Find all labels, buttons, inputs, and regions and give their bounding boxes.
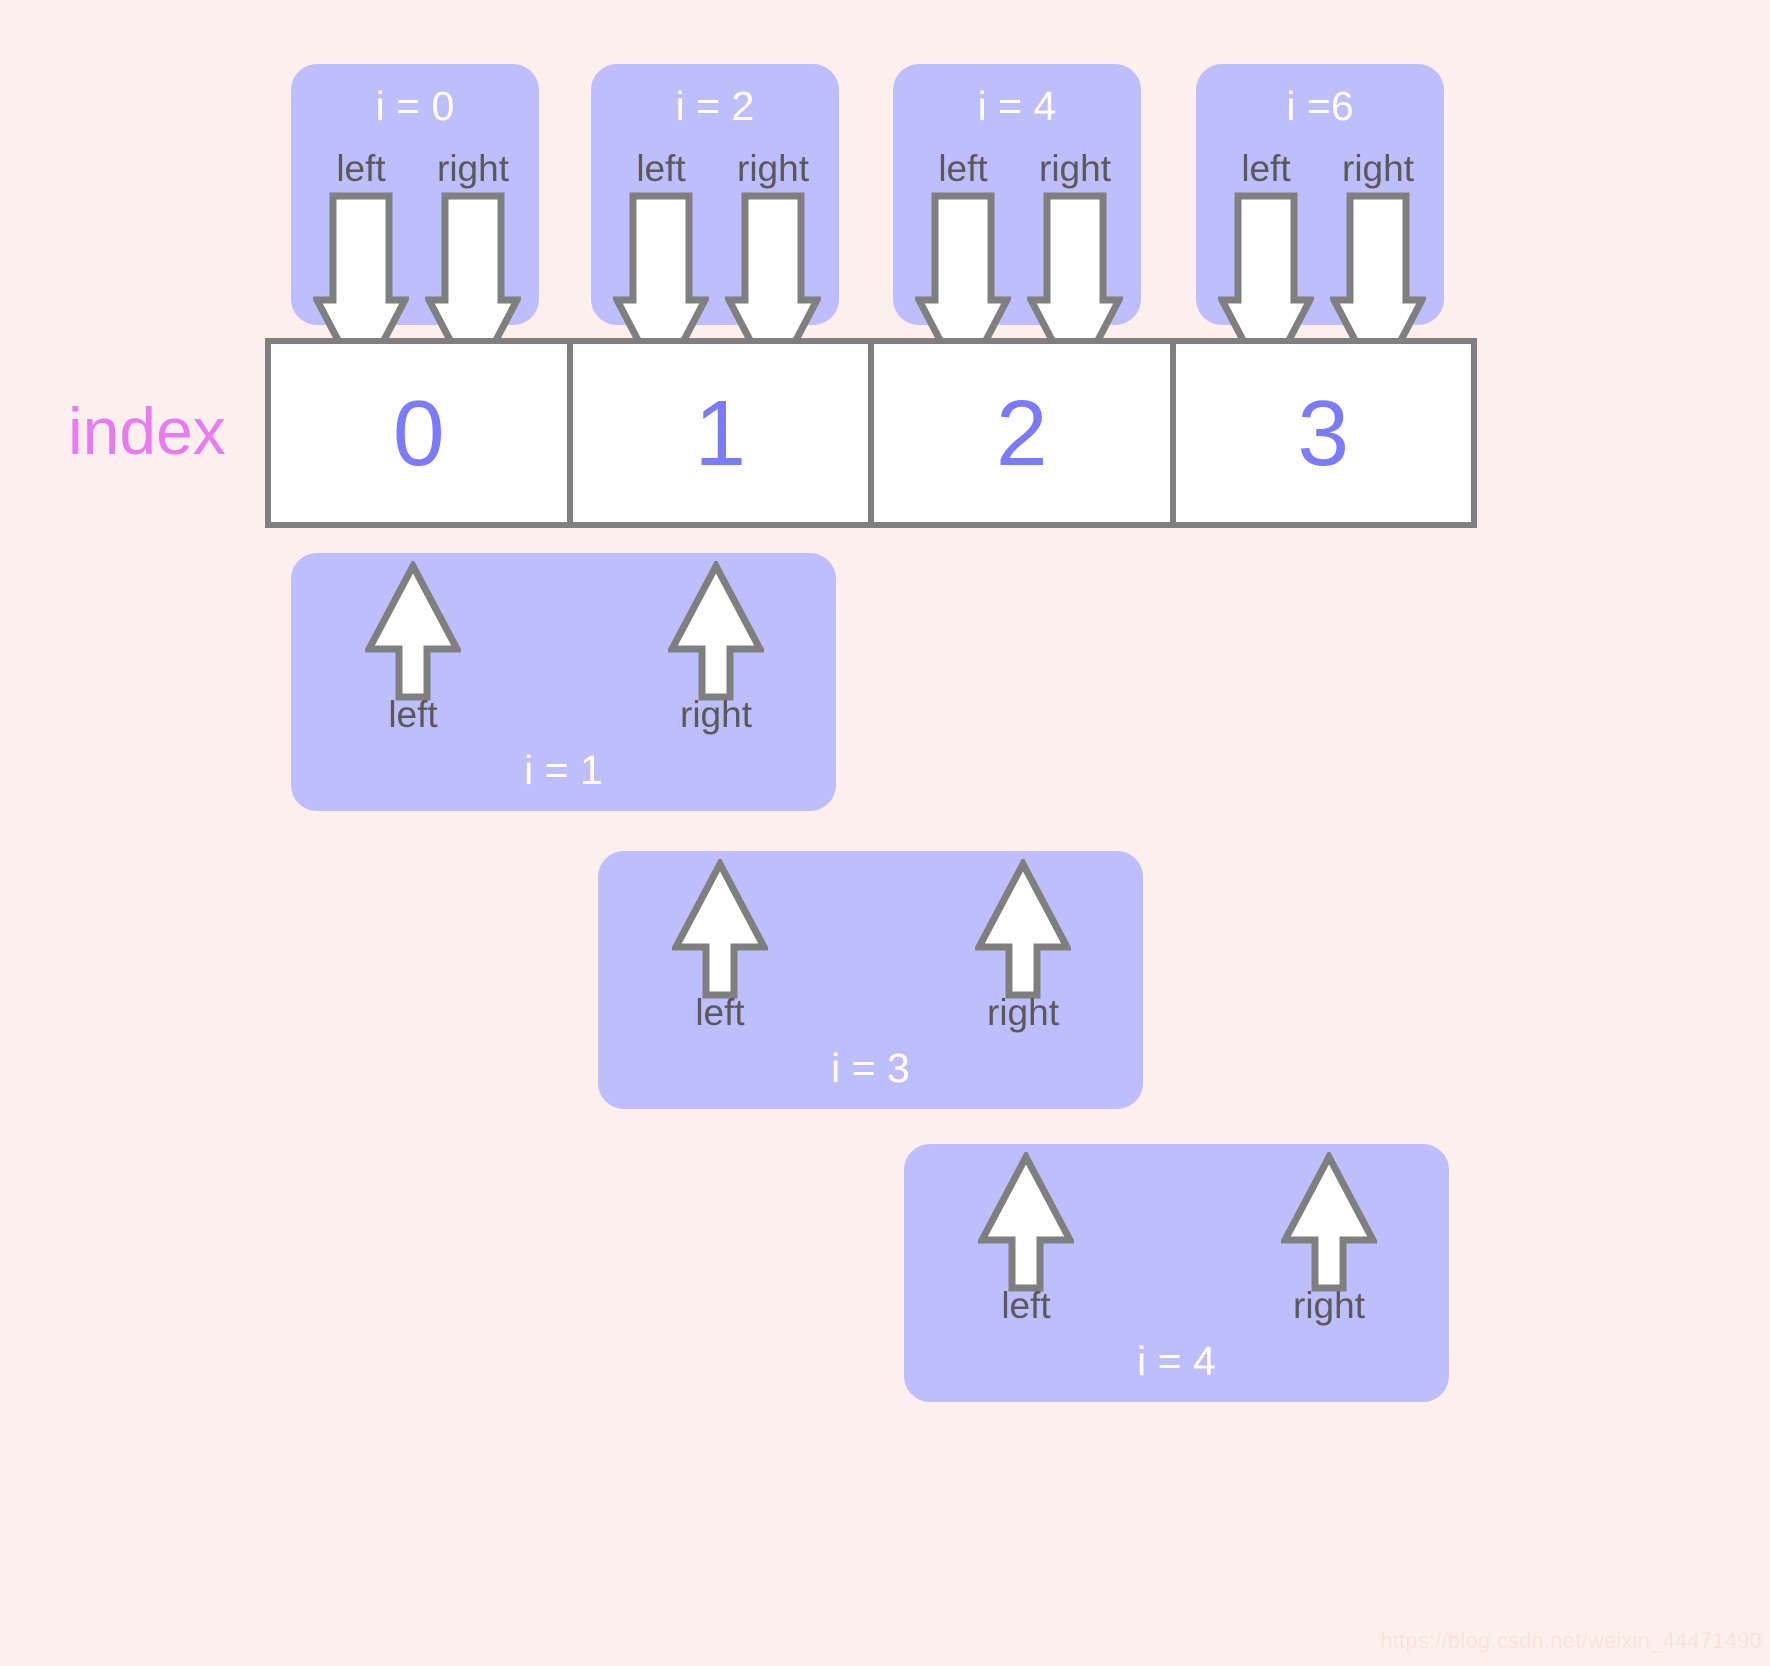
index-cell: 1 (573, 344, 874, 522)
arrow-up-icon (978, 1152, 1074, 1292)
iteration-panel-bottom: left right i = 4 (904, 1144, 1449, 1402)
left-pointer-label: left (388, 694, 438, 735)
right-pointer-label: right (737, 148, 809, 189)
iteration-label: i = 4 (977, 83, 1057, 129)
arrow-up-icon (365, 561, 461, 701)
iteration-label: i =6 (1286, 83, 1354, 129)
right-pointer-label: right (437, 148, 509, 189)
left-pointer-label: left (938, 148, 988, 189)
iteration-label: i = 1 (524, 747, 603, 793)
arrow-up-icon (1281, 1152, 1377, 1292)
index-caption: index (68, 394, 226, 468)
diagram-canvas: i = 0 left right i = 2 left right i = 4 … (0, 0, 1770, 1666)
arrow-up-icon (672, 859, 768, 999)
left-pointer-label: left (1001, 1285, 1051, 1326)
right-pointer-label: right (987, 992, 1059, 1033)
left-pointer-label: left (695, 992, 745, 1033)
right-pointer-label: right (1342, 148, 1414, 189)
iteration-label: i = 2 (675, 83, 755, 129)
arrow-up-icon (668, 561, 764, 701)
index-cell: 2 (874, 344, 1176, 522)
index-array: 0 1 2 3 (265, 338, 1477, 528)
iteration-panel-top: i = 0 left right (291, 64, 539, 392)
iteration-label: i = 0 (375, 83, 455, 129)
right-pointer-label: right (1293, 1285, 1365, 1326)
left-pointer-label: left (636, 148, 686, 189)
left-pointer-label: left (1241, 148, 1291, 189)
index-cell: 3 (1297, 380, 1350, 485)
left-pointer-label: left (336, 148, 386, 189)
right-pointer-label: right (680, 694, 752, 735)
iteration-label: i = 4 (1137, 1338, 1216, 1384)
watermark: https://blog.csdn.net/weixin_44471490 (1380, 1628, 1762, 1653)
right-pointer-label: right (1039, 148, 1111, 189)
iteration-panel-bottom: left right i = 3 (598, 851, 1143, 1109)
iteration-label: i = 3 (831, 1045, 910, 1091)
arrow-up-icon (975, 859, 1071, 999)
iteration-panel-top: i = 4 left right (893, 64, 1141, 392)
iteration-panel-top: i = 2 left right (591, 64, 839, 392)
iteration-panel-bottom: left right i = 1 (291, 553, 836, 811)
index-cell: 0 (271, 344, 573, 522)
iteration-panel-top: i =6 left right (1196, 64, 1444, 392)
